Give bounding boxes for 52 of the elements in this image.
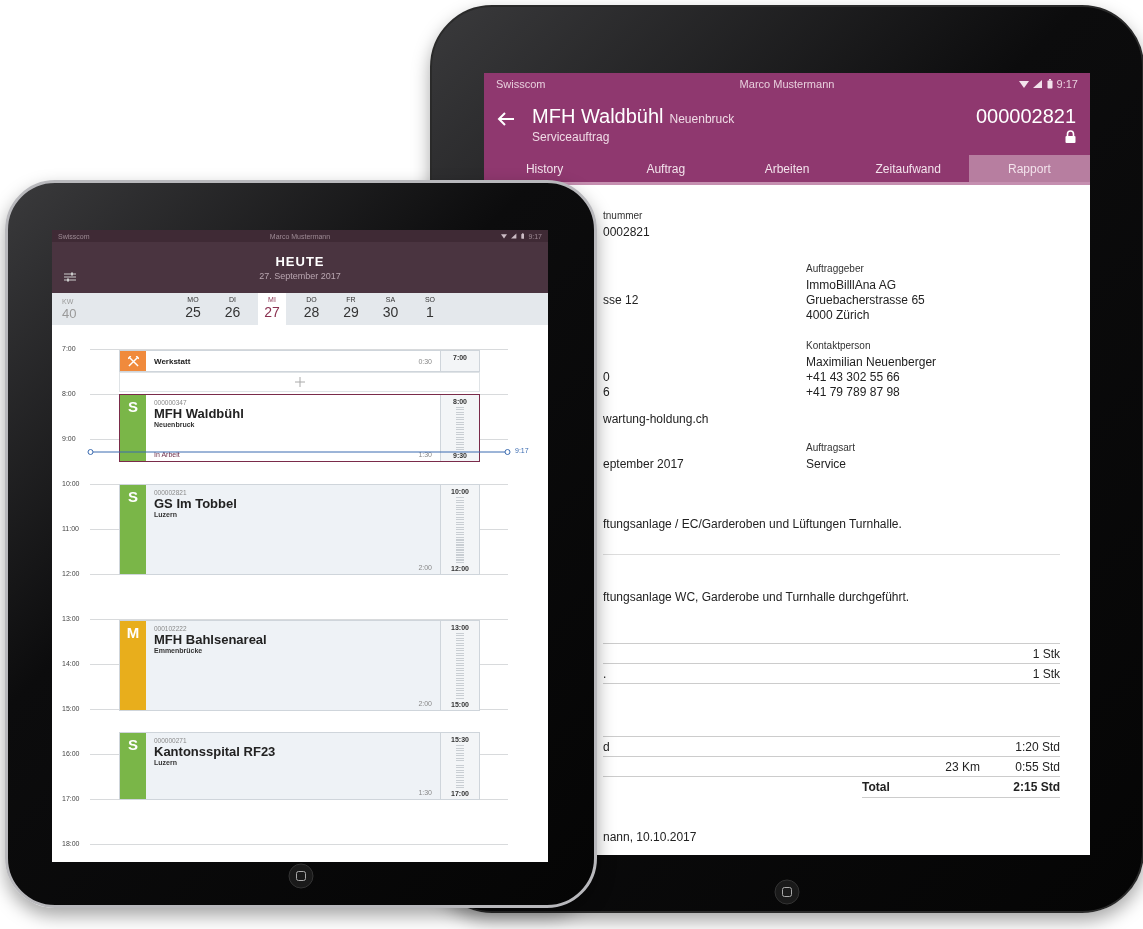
table-cell-text: 1 Stk bbox=[1031, 666, 1060, 681]
table-cell-text: 23 Km bbox=[944, 759, 980, 774]
user-name: Marco Mustermann bbox=[739, 78, 835, 90]
tab[interactable]: Auftrag bbox=[605, 155, 727, 182]
page-title: HEUTE bbox=[275, 254, 325, 269]
appointment-title: GS Im Tobbel bbox=[154, 496, 238, 511]
table-cell-text: 1:20 Std bbox=[1014, 739, 1060, 754]
order-title: MFH Waldbühl bbox=[532, 105, 664, 128]
carrier-label: Swisscom bbox=[496, 78, 547, 90]
total-value: 2:15 Std bbox=[1013, 780, 1060, 794]
table-cell-text: . bbox=[603, 666, 608, 681]
appointment-title: MFH Waldbühl bbox=[154, 406, 245, 421]
field-value: 0002821 bbox=[603, 225, 651, 240]
field-label: tnummer bbox=[603, 209, 644, 222]
category-badge: M bbox=[120, 621, 146, 710]
field-value: Gruebacherstrasse 65 bbox=[806, 293, 926, 308]
appointment-title: Werkstatt bbox=[154, 356, 191, 366]
field-value: 6 bbox=[603, 385, 611, 400]
field-label: Auftragsart bbox=[806, 441, 856, 454]
category-badge: S bbox=[120, 485, 146, 574]
tab[interactable]: Arbeiten bbox=[726, 155, 848, 182]
category-badge: S bbox=[120, 733, 146, 799]
description-text: ftungsanlage / EC/Garderoben und Lüftungen Turnhalle. bbox=[603, 517, 903, 532]
field-value: wartung-holdung.ch bbox=[603, 412, 710, 427]
field-label: Auftraggeber bbox=[806, 262, 865, 275]
tab[interactable]: History bbox=[484, 155, 606, 182]
category-badge: S bbox=[120, 395, 146, 461]
week-number: 40 bbox=[62, 305, 78, 321]
field-value: +41 43 302 55 66 bbox=[806, 370, 901, 385]
field-value: 4000 Zürich bbox=[806, 308, 871, 323]
appointment-title: MFH Bahlsenareal bbox=[154, 632, 268, 647]
field-value: +41 79 789 87 98 bbox=[806, 385, 901, 400]
total-label: Total bbox=[862, 780, 891, 794]
work-done-text: ftungsanlage WC, Garderobe und Turnhalle durchgeführt. bbox=[603, 590, 911, 605]
appointment-title: Kantonsspital RF23 bbox=[154, 744, 277, 759]
date-label: 27. September 2017 bbox=[259, 271, 341, 281]
tab[interactable]: Zeitaufwand bbox=[847, 155, 969, 182]
field-value: ImmoBilllAna AG bbox=[806, 278, 898, 293]
location-label: Neuenbruck bbox=[669, 112, 735, 126]
order-number: 000002821 bbox=[975, 105, 1076, 128]
clock-label: 9:17 bbox=[1056, 78, 1078, 90]
table-cell-text: d bbox=[603, 739, 611, 754]
field-value: Maximilian Neuenberger bbox=[806, 355, 938, 370]
field-label: Kontaktperson bbox=[806, 339, 872, 352]
field-value: 0 bbox=[603, 370, 611, 385]
field-value: eptember 2017 bbox=[603, 457, 685, 472]
order-type-label: Serviceauftrag bbox=[532, 130, 611, 144]
field-value: Service bbox=[806, 457, 847, 472]
table-cell-text: 0:55 Std bbox=[1014, 759, 1060, 774]
table-cell-text: 1 Stk bbox=[1031, 646, 1060, 661]
signature-text: nann, 10.10.2017 bbox=[603, 830, 698, 845]
field-value: sse 12 bbox=[603, 293, 640, 308]
